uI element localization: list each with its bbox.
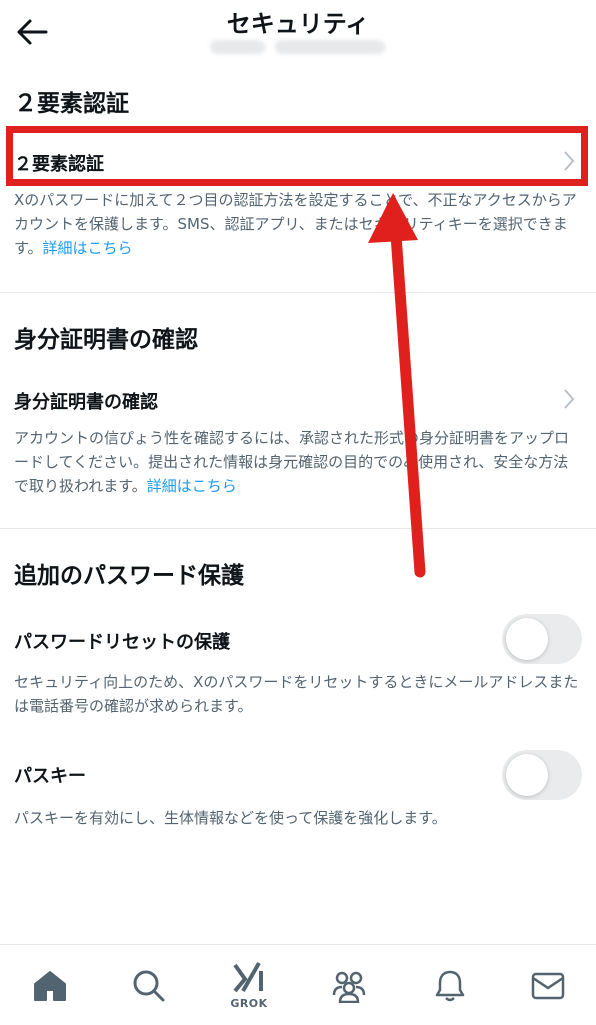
section-title-id-verification: 身分証明書の確認: [14, 327, 198, 353]
page-title: セキュリティ: [226, 10, 370, 38]
id-verification-description: アカウントの信ぴょう性を確認するには、承認された形式の身分証明書をアップロードし…: [14, 426, 582, 498]
divider: [0, 528, 596, 529]
chevron-right-icon: [564, 389, 575, 409]
nav-grok[interactable]: GROK: [226, 962, 272, 1010]
toggle-knob: [506, 618, 548, 660]
two-factor-auth-item[interactable]: ２要素認証: [14, 150, 104, 176]
id-verification-item[interactable]: 身分証明書の確認: [14, 388, 158, 414]
password-reset-protection-toggle[interactable]: [502, 614, 582, 664]
search-icon: [133, 970, 165, 1002]
grok-label: GROK: [230, 997, 268, 1010]
bottom-nav: GROK: [0, 944, 596, 1025]
nav-home[interactable]: [27, 963, 73, 1009]
communities-icon: [332, 971, 366, 1003]
passkey-label: パスキー: [14, 766, 86, 787]
toggle-knob: [506, 754, 548, 796]
section-title-password-protection: 追加のパスワード保護: [14, 563, 244, 589]
password-reset-protection-description: セキュリティ向上のため、Xのパスワードをリセットするときにメールアドレスまたは電…: [14, 673, 579, 715]
learn-more-link-id[interactable]: 詳細はこちら: [147, 477, 237, 495]
grok-icon: [233, 962, 263, 993]
nav-messages[interactable]: [525, 963, 571, 1009]
chevron-right-icon: [564, 151, 575, 171]
divider: [0, 292, 596, 293]
id-verification-description-text: アカウントの信ぴょう性を確認するには、承認された形式の身分証明書をアップロードし…: [14, 429, 570, 495]
nav-communities[interactable]: [326, 963, 372, 1009]
passkey-description: パスキーを有効にし、生体情報などを使って保護を強化します。: [14, 809, 447, 827]
mail-icon: [531, 972, 565, 1000]
password-reset-protection-label: パスワードリセットの保護: [14, 632, 230, 653]
nav-notifications[interactable]: [427, 963, 473, 1009]
top-bar: セキュリティ: [0, 0, 596, 70]
section-title-2fa: ２要素認証: [14, 91, 129, 117]
nav-search[interactable]: [126, 963, 172, 1009]
home-icon: [34, 971, 66, 1001]
two-factor-description: Xのパスワードに加えて２つ目の認証方法を設定することで、不正なアクセスからアカウ…: [14, 188, 582, 260]
passkey-toggle[interactable]: [502, 750, 582, 800]
blurred-username: [210, 40, 385, 56]
learn-more-link-2fa[interactable]: 詳細はこちら: [43, 239, 133, 257]
bell-icon: [435, 970, 465, 1002]
